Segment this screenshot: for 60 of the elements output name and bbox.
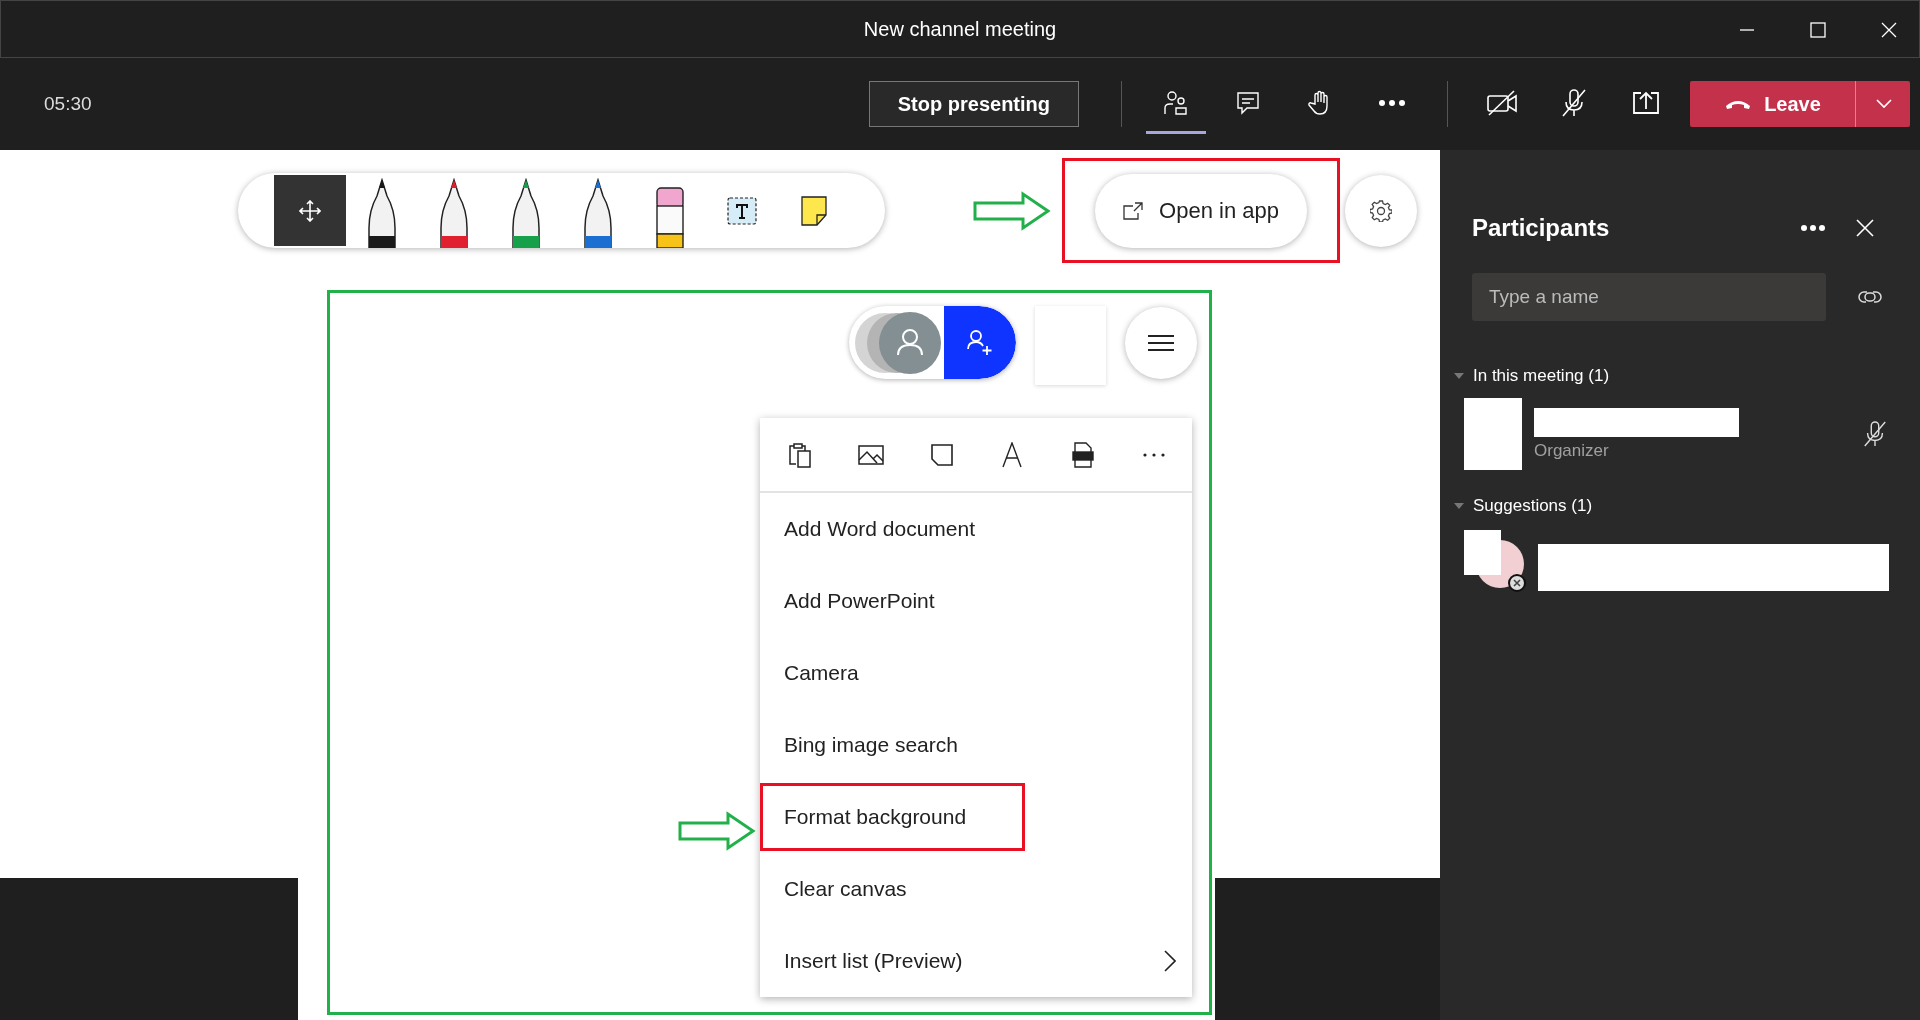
leave-label: Leave — [1764, 92, 1821, 116]
caret-icon[interactable] — [1876, 99, 1892, 109]
pen-icon — [509, 178, 543, 248]
link-icon[interactable] — [1858, 288, 1882, 306]
people-icon — [1163, 89, 1189, 116]
redacted-block — [1464, 530, 1501, 575]
meeting-timer: 05:30 — [44, 93, 92, 115]
menu-button[interactable] — [1125, 306, 1197, 379]
note-icon — [929, 442, 954, 467]
close-icon[interactable] — [1856, 219, 1874, 237]
text-box-icon — [727, 196, 757, 225]
window-title: New channel meeting — [863, 17, 1057, 41]
pen-icon — [365, 178, 399, 248]
pen-icon — [437, 178, 471, 248]
phone-icon — [1724, 98, 1753, 110]
caret-down-icon[interactable] — [1454, 501, 1464, 511]
section-title: In this meeting (1) — [1473, 366, 1610, 386]
participant-role: Organizer — [1534, 440, 1610, 461]
menu-item[interactable]: Camera — [760, 637, 1192, 709]
invite-button[interactable] — [944, 306, 1016, 379]
chat-icon — [1235, 89, 1261, 116]
menu-item[interactable]: Clear canvas — [760, 853, 1192, 925]
clipboard-icon — [788, 441, 812, 468]
caret-down-icon[interactable] — [1454, 371, 1464, 381]
chevron-right-icon — [1164, 950, 1176, 972]
avatar-stack-icon — [855, 312, 941, 374]
pen-icon — [581, 178, 615, 248]
image-icon — [857, 443, 884, 466]
stop-presenting-button[interactable]: Stop presenting — [868, 81, 1079, 127]
move-tool[interactable] — [274, 175, 346, 246]
pdf-file-icon — [1072, 441, 1095, 468]
menu-item[interactable]: Format background — [760, 781, 1192, 853]
sticky-note-icon — [799, 195, 829, 226]
menu-icon — [1148, 334, 1174, 351]
leave-button[interactable]: Leave — [1690, 81, 1910, 127]
collaborators-pill[interactable] — [849, 306, 1016, 379]
move-icon — [299, 199, 321, 222]
camera-off-icon — [1486, 89, 1518, 116]
menu-item[interactable]: Add Word document — [760, 493, 1192, 565]
open-in-app-button[interactable]: Open in app — [1095, 173, 1307, 248]
external-link-icon — [1123, 201, 1144, 220]
menu-item[interactable]: Insert list (Preview) — [760, 925, 1192, 997]
more-icon — [1378, 98, 1406, 107]
text-icon — [1002, 441, 1023, 468]
mic-off-icon — [1560, 87, 1588, 118]
panel-title: Participants — [1472, 214, 1611, 242]
more-icon — [1143, 452, 1165, 457]
search-field[interactable]: Type a name — [1472, 273, 1826, 321]
menu-item[interactable]: Bing image search — [760, 709, 1192, 781]
menu-item[interactable]: Add PowerPoint — [760, 565, 1192, 637]
close-icon[interactable] — [1881, 22, 1897, 38]
add-person-icon — [967, 328, 993, 357]
redacted-block — [1464, 398, 1522, 470]
settings-button[interactable] — [1345, 174, 1417, 247]
offline-badge-icon — [1508, 574, 1526, 592]
more-icon[interactable] — [1800, 224, 1826, 232]
section-title: Suggestions (1) — [1473, 496, 1593, 516]
whiteboard-canvas[interactable]: Add Word document Add PowerPoint Camera Bing image search Format background Clear canvas Insert list (Preview) — [327, 290, 1212, 1015]
settings-icon — [1370, 199, 1392, 222]
maximize-icon[interactable] — [1810, 22, 1826, 38]
